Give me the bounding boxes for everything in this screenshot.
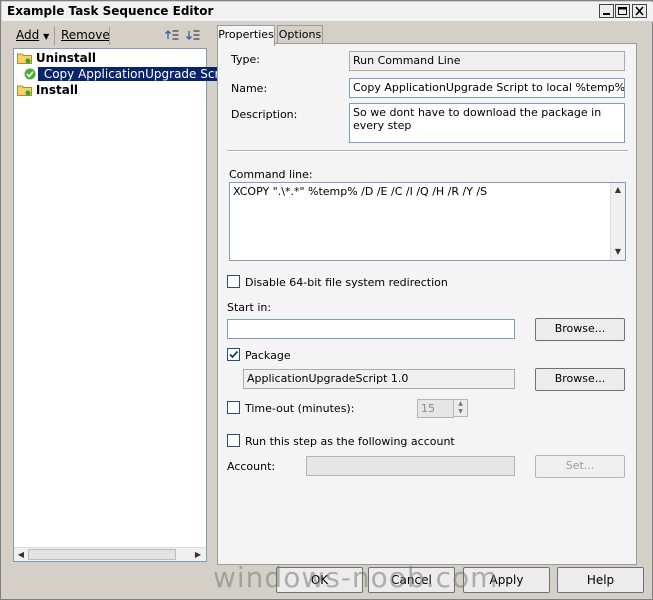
scroll-left-icon[interactable]: ◀ [15, 549, 27, 561]
start-in-label: Start in: [227, 301, 272, 314]
description-label: Description: [231, 108, 298, 121]
name-label: Name: [231, 82, 268, 95]
check-icon [24, 68, 36, 80]
tree-horizontal-scrollbar[interactable]: ◀ ▶ [14, 547, 206, 561]
folder-icon [17, 53, 32, 64]
minimize-icon [603, 13, 610, 15]
tree-group-install[interactable]: Install [17, 83, 78, 97]
account-label: Account: [227, 460, 276, 473]
tree-group-uninstall[interactable]: Uninstall [17, 51, 96, 65]
minimize-button[interactable] [599, 4, 614, 18]
timeout-checkbox[interactable] [227, 401, 240, 414]
remove-label: Remove [61, 28, 110, 42]
toolbar-separator [109, 27, 110, 45]
disable-redirection-checkbox[interactable] [227, 275, 240, 288]
window-title: Example Task Sequence Editor [7, 4, 214, 18]
cancel-button[interactable]: Cancel [368, 567, 455, 593]
tree-item-label: Install [35, 83, 79, 97]
timeout-spinner[interactable]: ▲ ▼ [453, 399, 468, 417]
dropdown-arrow-icon: ▼ [43, 32, 50, 41]
close-icon [635, 6, 644, 16]
package-field: ApplicationUpgradeScript 1.0 [243, 369, 515, 389]
toolbar-separator [54, 27, 55, 45]
add-label: Add [16, 28, 40, 42]
tab-properties[interactable]: Properties [217, 25, 275, 46]
command-line-text: XCOPY ".\*.*" %temp% /D /E /C /I /Q /H /… [233, 185, 488, 198]
command-line-scrollbar[interactable]: ▲ ▼ [610, 183, 625, 260]
tree-item-copy-script[interactable]: Copy ApplicationUpgrade Script [24, 67, 238, 81]
add-menu-button[interactable]: Add ▼ [16, 28, 49, 42]
account-field[interactable] [306, 456, 515, 476]
spin-down-icon[interactable]: ▼ [454, 408, 467, 416]
section-divider [227, 150, 628, 152]
move-down-button[interactable] [185, 27, 201, 43]
scrollbar-thumb[interactable] [28, 549, 176, 560]
tree-item-label: Uninstall [35, 51, 96, 65]
maximize-icon [618, 7, 627, 15]
start-in-field[interactable] [227, 319, 515, 339]
timeout-value-field[interactable]: 15 [417, 399, 454, 418]
scroll-up-icon[interactable]: ▲ [612, 184, 624, 196]
command-line-label: Command line: [229, 168, 313, 181]
move-up-button[interactable] [164, 27, 180, 43]
help-button[interactable]: Help [557, 567, 644, 593]
timeout-label: Time-out (minutes): [245, 402, 355, 415]
type-label: Type: [231, 53, 260, 66]
maximize-button[interactable] [615, 4, 630, 18]
package-label: Package [245, 349, 291, 362]
move-down-icon [186, 30, 200, 40]
name-field[interactable]: Copy ApplicationUpgrade Script to local … [349, 78, 625, 98]
tree-item-label: Copy ApplicationUpgrade Script [43, 67, 236, 81]
tab-options[interactable]: Options [277, 25, 323, 44]
checkmark-icon [229, 350, 239, 359]
disable-redirection-label: Disable 64-bit file system redirection [245, 276, 448, 289]
set-account-button[interactable]: Set... [535, 455, 625, 478]
close-button[interactable] [632, 4, 647, 18]
tab-label: Properties [218, 28, 274, 41]
ok-button[interactable]: OK [276, 567, 363, 593]
left-toolbar: Add ▼ Remove [9, 25, 209, 47]
description-field[interactable]: So we dont have to download the package … [349, 103, 625, 143]
command-line-field[interactable]: XCOPY ".\*.*" %temp% /D /E /C /I /Q /H /… [229, 182, 626, 261]
scroll-down-icon[interactable]: ▼ [612, 246, 624, 258]
apply-button[interactable]: Apply [463, 567, 550, 593]
spin-up-icon[interactable]: ▲ [454, 400, 467, 408]
package-checkbox[interactable] [227, 348, 240, 361]
type-field: Run Command Line [349, 51, 625, 71]
move-up-icon [165, 30, 179, 40]
package-browse-button[interactable]: Browse... [535, 368, 625, 391]
start-in-browse-button[interactable]: Browse... [535, 318, 625, 341]
remove-button[interactable]: Remove [61, 28, 110, 42]
folder-icon [17, 85, 32, 96]
properties-panel: Type: Run Command Line Name: Copy Applic… [217, 43, 637, 565]
run-as-label: Run this step as the following account [245, 435, 455, 448]
task-sequence-tree[interactable]: Uninstall Copy ApplicationUpgrade Script… [13, 48, 238, 562]
task-sequence-editor-window: Example Task Sequence Editor Add ▼ Remov… [0, 0, 653, 600]
tab-label: Options [278, 28, 322, 41]
run-as-checkbox[interactable] [227, 434, 240, 447]
scroll-right-icon[interactable]: ▶ [192, 549, 204, 561]
